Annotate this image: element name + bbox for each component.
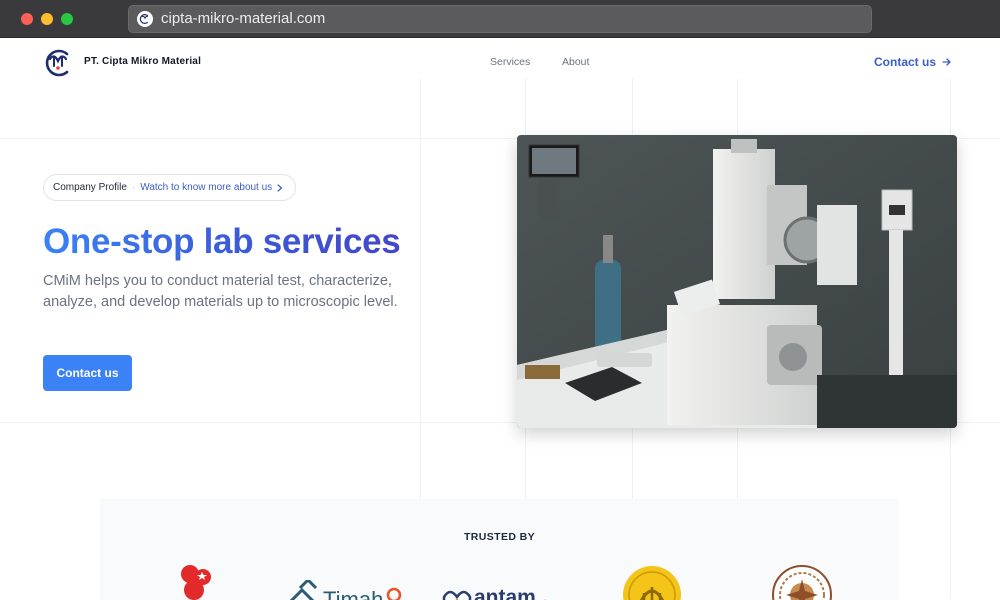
pill-label: Company Profile — [53, 182, 127, 193]
site-favicon-icon — [137, 11, 153, 27]
timah-logo: Timah — [288, 575, 402, 600]
browser-chrome: cipta-mikro-material.com — [0, 0, 1000, 38]
maximize-window-button[interactable] — [61, 13, 73, 25]
hero-description: CMiM helps you to conduct material test,… — [43, 273, 398, 310]
yellow-emblem-logo-icon — [623, 566, 681, 600]
antam-logo-icon — [442, 590, 472, 600]
nav-services-link[interactable]: Services — [490, 56, 530, 68]
lab-microscope-photo — [517, 135, 957, 428]
trusted-by-title: TRUSTED BY — [463, 531, 536, 543]
arrow-right-icon — [942, 58, 951, 66]
nav-contact-label: Contact us — [874, 55, 937, 69]
brown-seal-logo-icon — [772, 565, 832, 600]
timah-accent-icon — [387, 587, 402, 600]
antam-logo-text: antam — [474, 586, 536, 600]
brand-name[interactable]: PT. Cipta Mikro Material — [84, 56, 201, 67]
watch-video-link[interactable]: Watch to know more about us — [140, 182, 283, 193]
watch-video-label: Watch to know more about us — [140, 182, 273, 193]
antam-logo: antam — [442, 575, 552, 600]
timah-logo-text: Timah — [323, 587, 384, 600]
minimize-window-button[interactable] — [41, 13, 53, 25]
web-page: PT. Cipta Mikro Material Services About … — [0, 38, 1000, 600]
nav-about-link[interactable]: About — [562, 56, 589, 68]
red-circles-logo-icon — [181, 565, 211, 600]
contact-us-button[interactable]: Contact us — [43, 355, 132, 391]
cmim-logo-icon[interactable] — [43, 49, 73, 77]
close-window-button[interactable] — [21, 13, 33, 25]
company-profile-pill[interactable]: Company Profile · Watch to know more abo… — [43, 174, 297, 201]
url-text: cipta-mikro-material.com — [161, 10, 326, 27]
timah-logo-icon — [289, 580, 318, 600]
chevron-right-icon — [277, 183, 283, 192]
address-bar[interactable]: cipta-mikro-material.com — [128, 5, 872, 33]
pill-separator: · — [131, 182, 136, 193]
trusted-by-section: TRUSTED BY Timah antam — [100, 499, 899, 600]
hero-title: One-stop lab services — [43, 222, 401, 261]
nav-contact-button[interactable]: Contact us — [874, 55, 952, 69]
